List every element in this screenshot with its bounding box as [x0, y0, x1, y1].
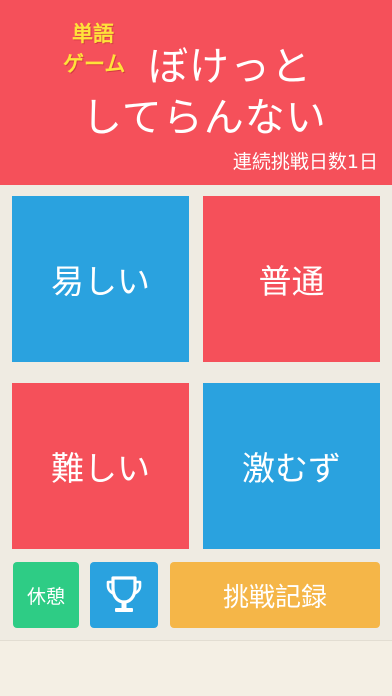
level-normal-button[interactable]: 普通 — [203, 196, 380, 362]
level-extreme-label: 激むず — [242, 449, 341, 488]
level-hard-button[interactable]: 難しい — [12, 383, 189, 549]
rest-label: 休憩 — [26, 585, 65, 608]
level-extreme-button[interactable]: 激むず — [203, 383, 380, 549]
level-normal-label: 普通 — [258, 262, 325, 301]
trophy-button[interactable] — [90, 562, 158, 628]
rest-button[interactable]: 休憩 — [13, 562, 79, 628]
app-title-line1: ぼけっと — [148, 44, 312, 90]
tag-word: 単語 — [72, 22, 114, 46]
trophy-icon — [106, 576, 142, 612]
level-hard-label: 難しい — [51, 449, 150, 488]
challenge-record-button[interactable]: 挑戦記録 — [170, 562, 380, 628]
level-easy-button[interactable]: 易しい — [12, 196, 189, 362]
header-banner: 単語 ゲーム ぼけっと してらんない 連続挑戦日数1日 — [0, 0, 392, 185]
level-board: 易しい 普通 難しい 激むず 休憩 挑戦記録 — [0, 185, 392, 641]
challenge-record-label: 挑戦記録 — [222, 582, 327, 613]
streak-counter: 連続挑戦日数1日 — [232, 151, 378, 173]
app-title-line2: してらんない — [82, 95, 327, 141]
tag-game: ゲーム — [63, 52, 126, 76]
level-easy-label: 易しい — [51, 262, 150, 301]
